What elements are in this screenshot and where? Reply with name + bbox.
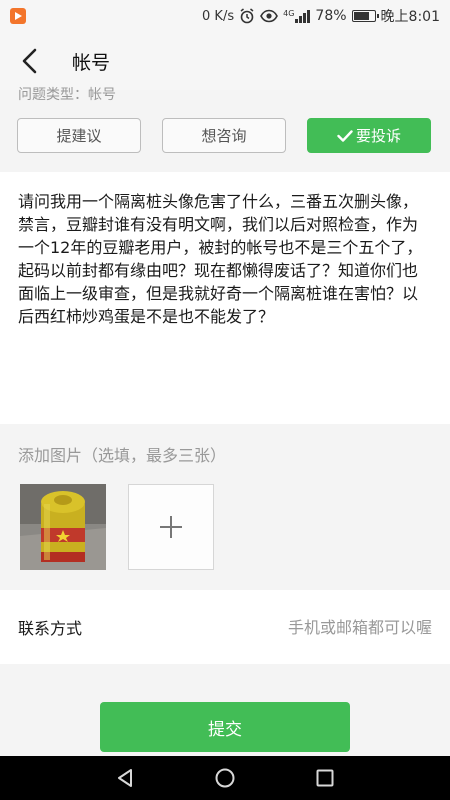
suggestion-button[interactable]: 提建议: [17, 118, 141, 153]
nav-recents-button[interactable]: [300, 756, 350, 800]
bollard-photo: [20, 484, 106, 570]
status-bar: 0 K/s 4G 78% 晚上8:01: [0, 0, 450, 32]
feedback-type-section: 问题类型：帐号 提建议 想咨询 要投诉: [0, 87, 450, 172]
contact-input[interactable]: [202, 617, 432, 637]
battery-percent: 78%: [315, 8, 347, 24]
complaint-label: 要投诉: [355, 127, 401, 145]
checkmark-icon: [337, 129, 353, 142]
circle-home-icon: [215, 768, 235, 788]
feedback-text-area[interactable]: 请问我用一个隔离桩头像危害了什么，三番五次删头像，禁言，豆瓣封谁有没有明文啊，我…: [0, 172, 450, 424]
submit-label: 提交: [208, 719, 242, 740]
network-type-label: 4G: [283, 8, 295, 18]
image-upload-section: 添加图片（选填，最多三张）: [0, 424, 450, 590]
chevron-left-icon: [22, 48, 37, 74]
uploaded-image-thumbnail[interactable]: [20, 484, 106, 570]
inquiry-label: 想咨询: [201, 127, 247, 145]
plus-icon: [160, 516, 182, 538]
contact-row: 联系方式: [0, 590, 450, 664]
clock: 晚上8:01: [380, 9, 440, 25]
header: 帐号: [0, 32, 450, 90]
battery-icon: [351, 10, 379, 22]
nav-back-button[interactable]: [100, 756, 150, 800]
alarm-icon: [240, 8, 254, 24]
feedback-type-options: 提建议 想咨询 要投诉: [17, 118, 431, 154]
triangle-back-icon: [118, 769, 132, 787]
page-title: 帐号: [72, 51, 111, 74]
image-upload-label: 添加图片（选填，最多三张）: [18, 446, 227, 465]
feedback-type-label: 问题类型：帐号: [18, 87, 116, 103]
eye-icon: [260, 9, 279, 23]
nav-home-button[interactable]: [200, 756, 250, 800]
square-recents-icon: [316, 769, 334, 787]
complaint-button[interactable]: 要投诉: [307, 118, 431, 153]
inquiry-button[interactable]: 想咨询: [162, 118, 286, 153]
app-notification-icon: [10, 8, 26, 24]
network-speed: 0 K/s: [202, 8, 235, 24]
submit-button[interactable]: 提交: [100, 702, 350, 752]
contact-label: 联系方式: [18, 619, 83, 638]
system-navigation-bar: [0, 756, 450, 800]
suggestion-label: 提建议: [56, 127, 102, 145]
feedback-text: 请问我用一个隔离桩头像危害了什么，三番五次删头像，禁言，豆瓣封谁有没有明文啊，我…: [18, 192, 423, 326]
signal-icon: 4G: [283, 8, 311, 23]
back-button[interactable]: [0, 32, 60, 90]
add-image-button[interactable]: [128, 484, 214, 570]
